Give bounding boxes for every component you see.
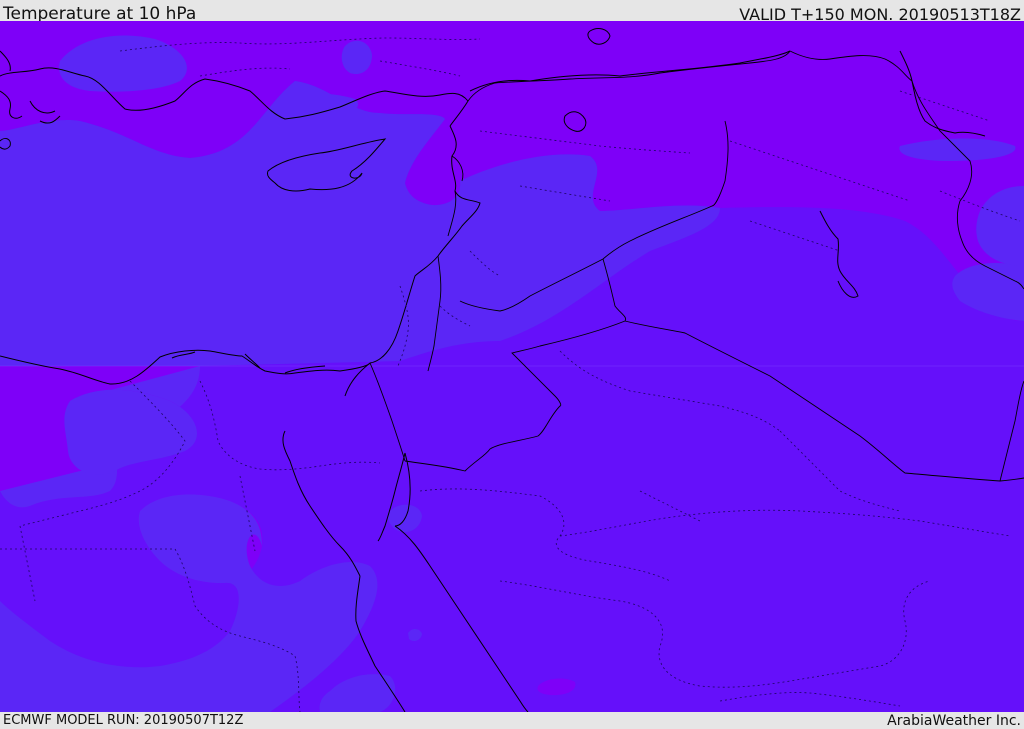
weather-map[interactable] [0, 21, 1024, 712]
map-frame: Temperature at 10 hPa VALID T+150 MON. 2… [0, 0, 1024, 729]
header-bar: Temperature at 10 hPa VALID T+150 MON. 2… [0, 0, 1024, 24]
credit-label: ArabiaWeather Inc. [887, 713, 1021, 729]
footer-bar: ECMWF MODEL RUN: 20190507T12Z ArabiaWeat… [0, 712, 1024, 729]
model-run-label: ECMWF MODEL RUN: 20190507T12Z [3, 713, 244, 728]
map-canvas [0, 21, 1024, 712]
